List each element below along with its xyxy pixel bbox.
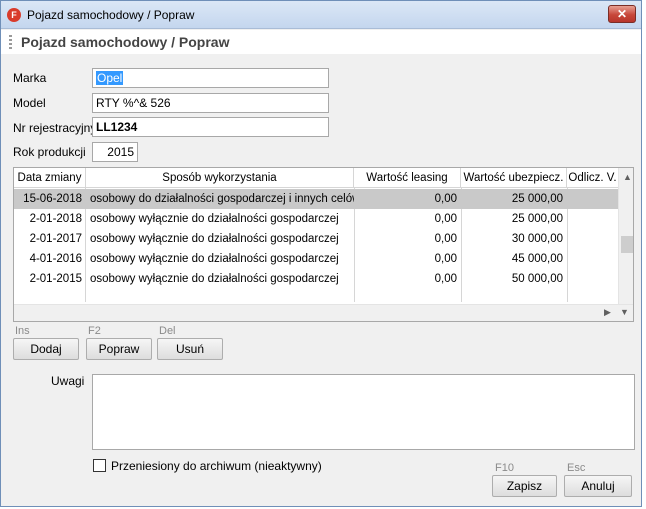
column-header-date[interactable]: Data zmiany [14, 168, 86, 188]
app-logo-icon: F [7, 8, 21, 22]
model-input[interactable]: RTY %^& 526 [92, 93, 329, 113]
column-header-insurance[interactable]: Wartość ubezpiecz. [461, 168, 567, 188]
nr-rejestracyjny-input[interactable]: LL1234 [92, 117, 329, 137]
table-row[interactable]: 15-06-2018 osobowy do działalności gospo… [14, 189, 618, 209]
cell-usage: osobowy wyłącznie do działalności gospod… [90, 253, 339, 265]
scroll-right-icon[interactable]: ▶ [604, 307, 611, 318]
cell-leasing: 0,00 [434, 273, 457, 285]
nr-rejestracyjny-label: Nr rejestracyjny [13, 121, 97, 135]
add-button[interactable]: Dodaj [13, 338, 79, 360]
history-table[interactable]: Data zmiany Sposób wykorzystania Wartość… [13, 167, 634, 322]
scroll-up-icon[interactable]: ▲ [623, 172, 632, 182]
cell-date: 2-01-2015 [29, 273, 82, 285]
column-header-usage[interactable]: Sposób wykorzystania [86, 168, 354, 188]
grip-icon [9, 35, 12, 49]
archive-checkbox[interactable] [93, 459, 106, 472]
cell-usage: osobowy do działalności gospodarczej i i… [90, 193, 354, 205]
cell-insurance: 25 000,00 [511, 193, 563, 205]
cell-date: 2-01-2018 [29, 213, 82, 225]
vertical-scroll-thumb[interactable] [621, 236, 633, 253]
cell-leasing: 0,00 [434, 213, 457, 225]
cell-leasing: 0,00 [434, 253, 457, 265]
table-row[interactable]: 2-01-2018 osobowy wyłącznie do działalno… [14, 209, 618, 229]
save-button[interactable]: Zapisz [492, 475, 557, 497]
close-button[interactable]: ✕ [608, 5, 636, 23]
table-header: Data zmiany Sposób wykorzystania Wartość… [14, 168, 618, 188]
header-strip: Pojazd samochodowy / Popraw [1, 30, 641, 54]
edit-hotkey: F2 [88, 325, 101, 337]
rok-produkcji-label: Rok produkcji [13, 145, 86, 159]
cell-insurance: 30 000,00 [511, 233, 563, 245]
marka-label: Marka [13, 71, 47, 85]
save-hotkey: F10 [495, 462, 514, 474]
edit-button[interactable]: Popraw [86, 338, 152, 360]
cell-insurance: 50 000,00 [511, 273, 563, 285]
title-bar[interactable]: F Pojazd samochodowy / Popraw ✕ [1, 1, 641, 29]
cell-date: 2-01-2017 [29, 233, 82, 245]
delete-button[interactable]: Usuń [157, 338, 223, 360]
cell-leasing: 0,00 [434, 193, 457, 205]
rok-produkcji-input[interactable]: 2015 [92, 142, 138, 162]
marka-input[interactable]: Opel [92, 68, 329, 88]
scroll-down-icon[interactable]: ▼ [620, 307, 629, 317]
table-row[interactable]: 4-01-2016 osobowy wyłącznie do działalno… [14, 249, 618, 269]
cell-usage: osobowy wyłącznie do działalności gospod… [90, 213, 339, 225]
delete-hotkey: Del [159, 325, 176, 337]
column-header-leasing[interactable]: Wartość leasing [354, 168, 461, 188]
cancel-hotkey: Esc [567, 462, 586, 474]
cell-usage: osobowy wyłącznie do działalności gospod… [90, 273, 339, 285]
model-label: Model [13, 96, 46, 110]
dialog-window: F Pojazd samochodowy / Popraw ✕ Pojazd s… [0, 0, 642, 507]
page-title: Pojazd samochodowy / Popraw [21, 34, 230, 50]
cell-insurance: 45 000,00 [511, 253, 563, 265]
column-header-vat[interactable]: Odlicz. V. [567, 168, 618, 188]
horizontal-scrollbar[interactable]: ▶ ▼ [14, 304, 633, 321]
cell-usage: osobowy wyłącznie do działalności gospod… [90, 233, 339, 245]
notes-textarea[interactable] [92, 374, 635, 450]
table-row[interactable]: 2-01-2015 osobowy wyłącznie do działalno… [14, 269, 618, 289]
cell-insurance: 25 000,00 [511, 213, 563, 225]
window-title: Pojazd samochodowy / Popraw [27, 8, 195, 22]
marka-value: Opel [96, 71, 124, 85]
vertical-scrollbar[interactable]: ▲ [618, 168, 633, 304]
cancel-button[interactable]: Anuluj [564, 475, 632, 497]
add-hotkey: Ins [15, 325, 30, 337]
table-row[interactable]: 2-01-2017 osobowy wyłącznie do działalno… [14, 229, 618, 249]
archive-label[interactable]: Przeniesiony do archiwum (nieaktywny) [111, 459, 322, 473]
cell-date: 4-01-2016 [29, 253, 82, 265]
notes-label: Uwagi [51, 374, 85, 388]
cell-date: 15-06-2018 [23, 193, 82, 205]
cell-leasing: 0,00 [434, 233, 457, 245]
